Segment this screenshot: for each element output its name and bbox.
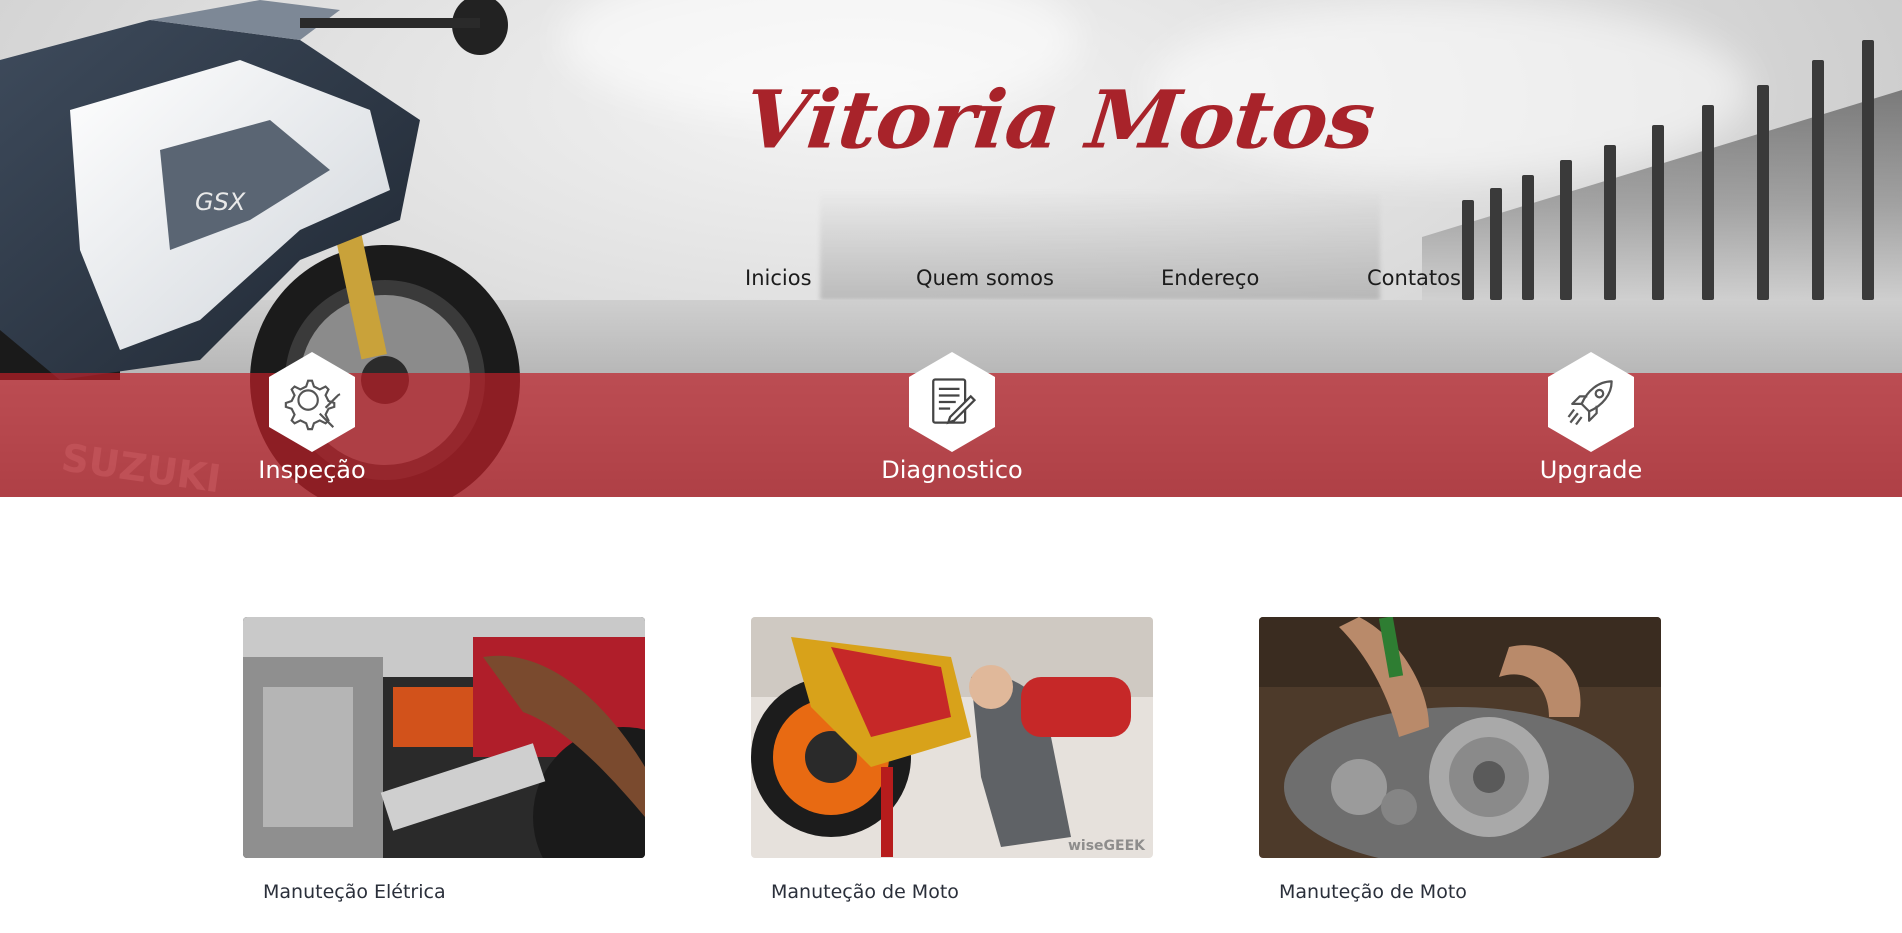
- gear-wrench-icon: [284, 379, 341, 431]
- main-navigation: Inicios Quem somos Endereço Contatos: [0, 266, 1902, 296]
- service-diagnostico[interactable]: Diagnostico: [852, 352, 1052, 484]
- nav-item-contatos[interactable]: Contatos: [1367, 266, 1461, 290]
- nav-item-inicios[interactable]: Inicios: [745, 266, 812, 290]
- card-title: Manuteção de Moto: [771, 881, 959, 903]
- card-manutencao-de-moto-1[interactable]: wiseGEEK Manuteção de Moto: [751, 617, 1153, 903]
- electrical-repair-photo: [243, 617, 645, 858]
- card-title: Manuteção de Moto: [1279, 881, 1467, 903]
- card-title: Manuteção Elétrica: [263, 881, 446, 903]
- rocket-icon: [1567, 380, 1613, 426]
- service-hexagon: [909, 352, 995, 452]
- svg-text:GSX: GSX: [195, 188, 246, 216]
- service-upgrade[interactable]: Upgrade: [1491, 352, 1691, 484]
- site-logo-title[interactable]: Vitoria Motos: [740, 73, 1389, 167]
- racetrack-fence: [1342, 40, 1902, 300]
- service-label: Diagnostico: [881, 456, 1023, 484]
- engine-clutch-repair-photo: [1259, 617, 1661, 858]
- service-inspecao[interactable]: Inspeção: [212, 352, 412, 484]
- card-manutencao-de-moto-2[interactable]: Manuteção de Moto: [1259, 617, 1661, 903]
- service-hexagon: [269, 352, 355, 452]
- card-manutencao-eletrica[interactable]: Manuteção Elétrica: [243, 617, 645, 903]
- nav-item-quem-somos[interactable]: Quem somos: [916, 266, 1054, 290]
- service-label: Inspeção: [258, 456, 366, 484]
- mechanic-repair-photo: wiseGEEK: [751, 617, 1153, 858]
- service-label: Upgrade: [1539, 456, 1643, 484]
- service-hexagon: [1548, 352, 1634, 452]
- image-watermark: wiseGEEK: [1067, 838, 1145, 854]
- document-pen-icon: [932, 378, 977, 425]
- nav-item-endereco[interactable]: Endereço: [1161, 266, 1259, 290]
